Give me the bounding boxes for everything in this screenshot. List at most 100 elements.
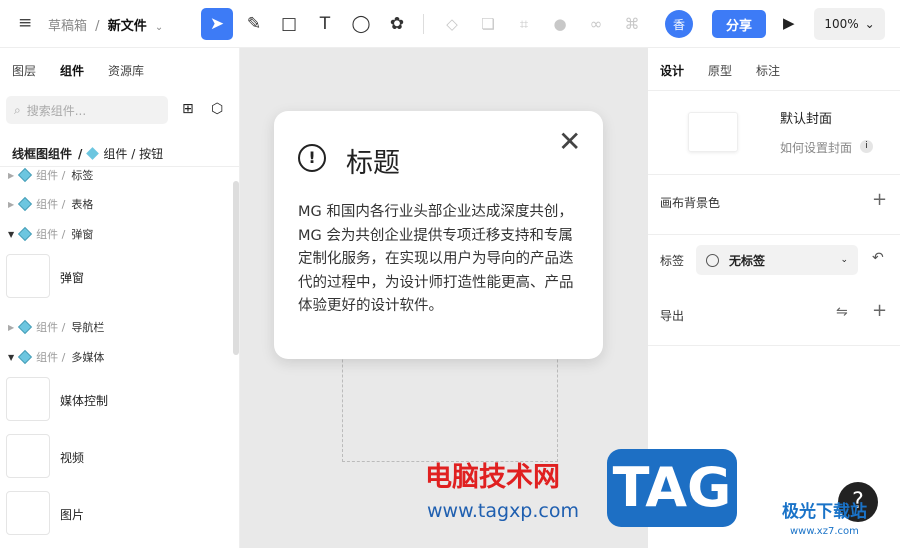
tag-select[interactable]: 无标签 ⌄ [696,245,858,275]
caret-icon: ▶ [8,199,15,209]
watermark-logo: TAG [607,449,737,527]
divider [423,14,424,34]
component-thumbnail[interactable] [6,491,50,535]
chevron-down-icon[interactable]: ⌄ [155,22,163,33]
search-input[interactable]: ⌕ 搜索组件... [6,96,168,124]
adjust-icon[interactable]: ⇋ [836,304,848,320]
chevron-down-icon: ⌄ [840,255,848,265]
search-icon: ⌕ [14,102,21,117]
path-root[interactable]: 线框图组件 [12,145,72,162]
shape-tool-icon[interactable]: ◯ [345,8,377,40]
breadcrumb-drafts[interactable]: 草稿箱 [48,19,87,34]
component-label[interactable]: 弹窗 [60,269,84,286]
component-icon [18,196,33,212]
path-sep: / [78,146,83,161]
info-icon: ! [298,144,326,172]
tab-assets[interactable]: 资源库 [108,62,144,79]
pen-tool-icon[interactable]: ✎ [238,8,270,40]
item-text: 导航栏 [71,321,105,334]
cover-title: 默认封面 [780,112,833,127]
component-thumbnail[interactable] [6,254,50,298]
component-icon [18,167,33,183]
component-icon [18,349,33,365]
component-icon [18,319,33,335]
mask-icon: ● [553,15,567,33]
boolean-icon: ❏ [481,15,495,33]
tab-annotation[interactable]: 标注 [756,62,780,79]
item-text: 多媒体 [71,351,105,364]
component-label[interactable]: 媒体控制 [60,392,108,409]
component-icon [86,147,100,160]
caret-icon: ▼ [8,229,15,239]
watermark-text: 电脑技术网 [425,462,560,493]
item-text: 表格 [71,198,94,211]
tab-prototype[interactable]: 原型 [708,62,732,79]
text-tool-icon[interactable]: T [309,8,341,40]
zoom-value: 100% [824,17,859,31]
tab-components[interactable]: 组件 [60,62,84,79]
divider [648,234,900,235]
search-placeholder: 搜索组件... [26,103,87,118]
item-text: 弹窗 [71,228,94,241]
info-icon[interactable]: i [860,140,873,153]
component-thumbnail[interactable] [6,377,50,421]
watermark-site: 极光下载站 [782,502,867,522]
select-tool[interactable]: ➤ [201,8,233,40]
breadcrumb-path: 线框图组件 / 组件 / 按钮 [12,145,163,162]
list-item[interactable]: ▶ 组件 / 标签 [8,167,93,183]
tag-value: 无标签 [729,253,766,268]
play-icon[interactable]: ▶ [783,14,795,32]
item-text: 标签 [71,169,94,182]
path-current: 组件 / 按钮 [103,147,164,161]
grid-view-icon[interactable]: ⊞ [182,101,194,117]
crop-icon: ⌘ [624,15,640,33]
divider [648,90,900,91]
breadcrumb: 草稿箱 / 新文件 ⌄ [48,15,163,34]
frame-icon: ⌗ [519,15,529,33]
caret-icon: ▶ [8,322,15,332]
chevron-down-icon: ⌄ [864,17,875,31]
component-icon: ◇ [446,15,458,33]
undo-icon[interactable]: ↶ [872,250,884,266]
dialog-title: 标题 [346,148,400,179]
component-label[interactable]: 图片 [60,506,84,523]
share-button[interactable]: 分享 [712,10,766,38]
list-item[interactable]: ▼ 组件 / 弹窗 [8,226,93,242]
export-label: 导出 [660,309,685,323]
list-item[interactable]: ▶ 组件 / 表格 [8,196,93,212]
library-icon[interactable]: ⬡ [211,101,223,117]
watermark-site-url: www.xz7.com [790,526,859,537]
component-thumbnail[interactable] [6,434,50,478]
close-icon[interactable]: ✕ [558,125,581,158]
component-label[interactable]: 视频 [60,449,84,466]
item-text: 组件 / [36,228,66,241]
tab-design[interactable]: 设计 [660,62,684,79]
menu-icon[interactable]: ≡ [18,13,32,33]
cover-thumbnail[interactable] [688,112,738,152]
circle-icon [706,253,719,267]
bg-label: 画布背景色 [660,196,721,210]
breadcrumb-sep: / [95,19,100,34]
caret-icon: ▶ [8,170,15,180]
rectangle-tool-icon[interactable]: □ [273,8,305,40]
avatar[interactable]: 香 [665,10,693,38]
scrollbar[interactable] [233,181,239,355]
item-text: 组件 / [36,351,66,364]
plus-icon[interactable]: + [872,300,887,321]
item-text: 组件 / [36,321,66,334]
tab-layers[interactable]: 图层 [12,62,36,79]
list-item[interactable]: ▶ 组件 / 导航栏 [8,319,104,335]
plus-icon[interactable]: + [872,189,887,210]
top-bar: ≡ 草稿箱 / 新文件 ⌄ ➤ ✎ □ T ◯ ✿ ◇ ❏ ⌗ ● ∞ ⌘ 香 … [0,0,900,48]
list-item[interactable]: ▼ 组件 / 多媒体 [8,349,104,365]
cover-help-link[interactable]: 如何设置封面 [780,139,852,156]
plugin-icon[interactable]: ✿ [381,8,413,40]
item-text: 组件 / [36,169,66,182]
zoom-select[interactable]: 100% ⌄ [814,8,885,40]
file-name[interactable]: 新文件 [108,19,147,34]
dialog-card[interactable]: ! 标题 ✕ MG 和国内各行业头部企业达成深度共创，MG 会为共创企业提供专项… [274,111,603,359]
divider [648,174,900,175]
item-text: 组件 / [36,198,66,211]
dialog-body: MG 和国内各行业头部企业达成深度共创，MG 会为共创企业提供专项迁移支持和专属… [298,204,574,314]
left-panel: 图层 组件 资源库 ⌕ 搜索组件... ⊞ ⬡ 线框图组件 / 组件 / 按钮 ▶ 组… [0,48,240,548]
